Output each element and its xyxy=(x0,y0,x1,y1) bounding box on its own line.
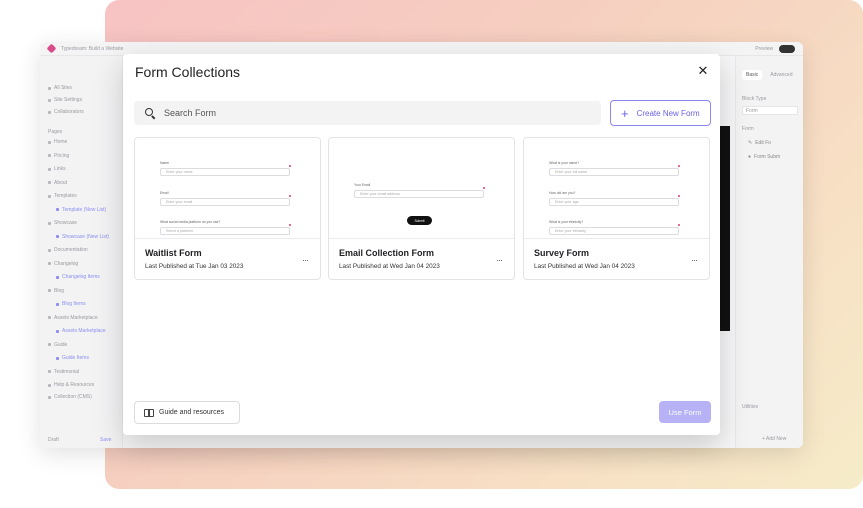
sidebar-item-1[interactable]: Site Settings xyxy=(48,96,82,104)
sidebar-page-item[interactable]: Showcase (New List) xyxy=(56,233,109,241)
right-panel: Basic Advanced Block Type Form Form ✎ Ed… xyxy=(735,56,803,448)
left-sidebar: All Sites Site Settings Collaborators Pages… xyxy=(40,56,123,448)
preview-toggle[interactable] xyxy=(779,44,795,53)
form-card-survey[interactable]: What is your name? Enter your full name … xyxy=(523,137,710,280)
book-icon xyxy=(144,409,154,417)
tab-basic[interactable]: Basic xyxy=(742,70,763,80)
app-title: Typedream: Build a Website xyxy=(61,45,124,52)
tab-advanced[interactable]: Advanced xyxy=(766,70,796,80)
sidebar-item-2[interactable]: Collaborators xyxy=(48,108,84,116)
more-options-icon[interactable]: ··· xyxy=(302,255,309,265)
pages-section-label: Pages xyxy=(48,129,63,135)
create-new-form-label: Create New Form xyxy=(636,108,700,118)
sidebar-page-item[interactable]: Blog Items xyxy=(56,300,86,308)
draft-label: Draft xyxy=(48,437,59,443)
stage: Typedream: Build a Website Preview All S… xyxy=(0,0,863,508)
close-icon[interactable]: ✕ xyxy=(696,63,710,78)
modal-title: Form Collections xyxy=(135,64,241,80)
block-type-label: Block Type xyxy=(742,96,767,102)
guide-and-resources-button[interactable]: Guide and resources xyxy=(134,401,240,424)
block-type-select[interactable]: Form xyxy=(742,106,798,115)
sidebar-page-item[interactable]: Home xyxy=(48,138,67,146)
sidebar-page-item[interactable]: Links xyxy=(48,165,66,173)
sidebar-page-item[interactable]: Guide Items xyxy=(56,354,89,362)
create-new-form-button[interactable]: + Create New Form xyxy=(610,100,711,126)
more-options-icon[interactable]: ··· xyxy=(691,255,698,265)
plus-icon: + xyxy=(621,105,629,121)
guide-label: Guide and resources xyxy=(159,409,224,416)
card-title: Email Collection Form xyxy=(339,248,435,258)
sidebar-page-item[interactable]: Pricing xyxy=(48,152,69,160)
form-card-waitlist[interactable]: Name Enter your name Email Enter your em… xyxy=(134,137,321,280)
sidebar-bottom-item[interactable]: Collection (CMS) xyxy=(48,393,92,401)
form-label: Form xyxy=(742,126,754,132)
form-preview: Name Enter your name Email Enter your em… xyxy=(135,138,320,239)
form-submit-button[interactable]: ● Form Subm xyxy=(748,152,798,161)
sidebar-page-item[interactable]: Changelog xyxy=(48,260,78,268)
card-title: Survey Form xyxy=(534,248,590,258)
preview-label: Preview xyxy=(755,45,773,52)
logo-icon xyxy=(46,43,57,54)
card-published-date: Last Published at Wed Jan 04 2023 xyxy=(339,263,440,270)
sidebar-page-item[interactable]: Blog xyxy=(48,287,64,295)
search-bar[interactable] xyxy=(134,101,601,125)
utilities-label: Utilities xyxy=(742,404,759,410)
sidebar-page-item[interactable]: Guide xyxy=(48,341,67,349)
more-options-icon[interactable]: ··· xyxy=(496,255,503,265)
form-collections-modal: Form Collections ✕ + Create New Form Nam… xyxy=(123,54,720,435)
use-form-button[interactable]: Use Form xyxy=(659,401,711,423)
card-published-date: Last Published at Wed Jan 04 2023 xyxy=(534,263,635,270)
sidebar-page-item[interactable]: Template (New List) xyxy=(56,206,106,214)
sidebar-page-item[interactable]: About xyxy=(48,179,67,187)
sidebar-page-item[interactable]: Assets Marketplace xyxy=(56,327,106,335)
form-preview: What is your name? Enter your full name … xyxy=(524,138,709,239)
sidebar-bottom-item[interactable]: Help & Resources xyxy=(48,381,94,389)
form-preview: Your Email Enter your email address Subm… xyxy=(329,138,514,239)
sidebar-page-item[interactable]: Showcase xyxy=(48,219,77,227)
card-published-date: Last Published at Tue Jan 03 2023 xyxy=(145,263,244,270)
add-new-button[interactable]: + Add New xyxy=(762,436,786,442)
sidebar-page-item[interactable]: Assets Marketplace xyxy=(48,314,98,322)
sidebar-page-item[interactable]: Changelog Items xyxy=(56,273,100,281)
sidebar-page-item[interactable]: Templates xyxy=(48,192,77,200)
save-button[interactable]: Save xyxy=(100,436,111,444)
edit-form-button[interactable]: ✎ Edit Fo xyxy=(748,138,798,147)
sidebar-item-0[interactable]: All Sites xyxy=(48,84,72,92)
search-icon xyxy=(145,107,156,119)
card-title: Waitlist Form xyxy=(145,248,202,258)
form-card-email-collection[interactable]: Your Email Enter your email address Subm… xyxy=(328,137,515,280)
search-input[interactable] xyxy=(164,108,564,118)
sidebar-page-item[interactable]: Documentation xyxy=(48,246,88,254)
sidebar-page-item[interactable]: Testimonial xyxy=(48,368,79,376)
